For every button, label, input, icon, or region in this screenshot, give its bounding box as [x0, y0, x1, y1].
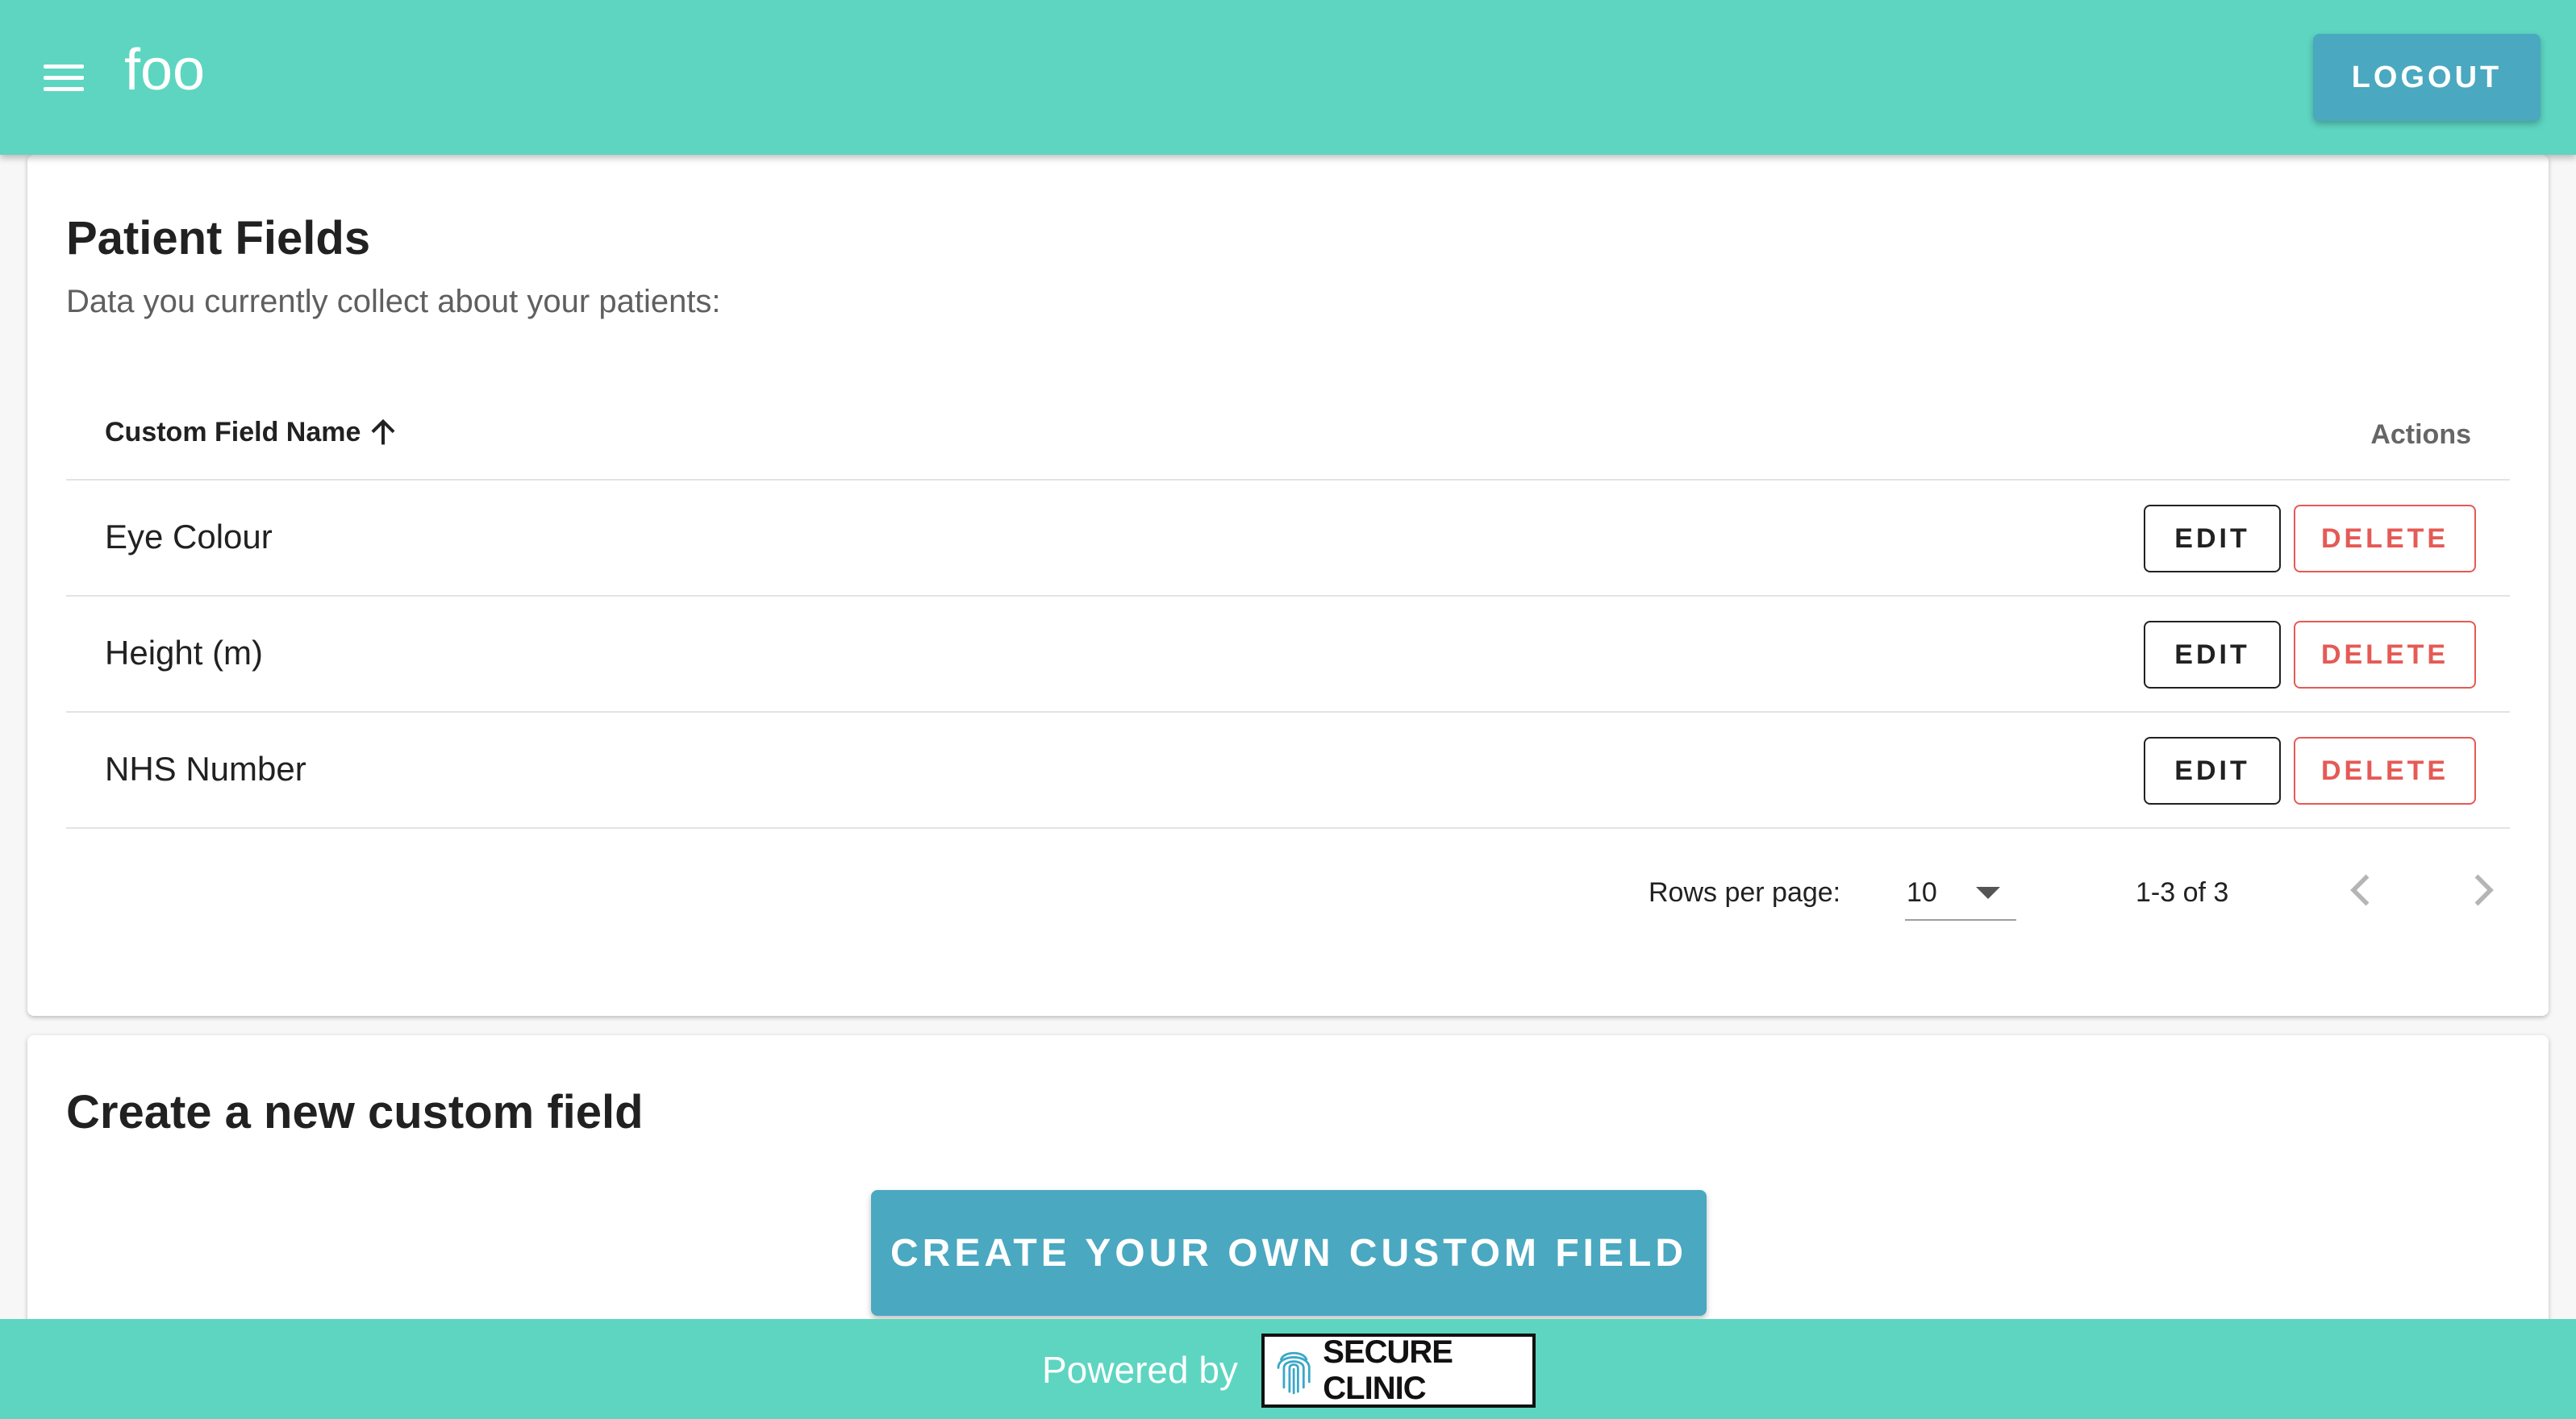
footer: Powered by SECURE CLINIC [0, 1319, 2576, 1419]
app-title: foo [124, 38, 206, 102]
table-pagination: Rows per page: 10 1-3 of 3 [66, 835, 2510, 948]
rows-per-page-select[interactable]: 10 [1905, 863, 2016, 921]
create-custom-field-button[interactable]: CREATE YOUR OWN CUSTOM FIELD [871, 1190, 1707, 1316]
table-row: NHS Number EDIT DELETE [66, 713, 2510, 829]
create-title: Create a new custom field [66, 1086, 644, 1138]
fingerprint-icon [1277, 1351, 1311, 1395]
column-header-custom-field-name[interactable]: Custom Field Name [105, 416, 399, 448]
page-title: Patient Fields [66, 212, 371, 264]
table-row: Height (m) EDIT DELETE [66, 597, 2510, 713]
powered-by-label: Powered by [1042, 1349, 1238, 1391]
delete-button[interactable]: DELETE [2294, 737, 2476, 805]
caret-down-icon [1976, 887, 2000, 899]
create-field-card: Create a new custom field CREATE YOUR OW… [27, 1035, 2549, 1325]
table-row: Eye Colour EDIT DELETE [66, 481, 2510, 597]
field-name: Eye Colour [105, 518, 273, 556]
page-range: 1-3 of 3 [2136, 877, 2229, 908]
delete-button[interactable]: DELETE [2294, 621, 2476, 689]
patient-fields-card: Patient Fields Data you currently collec… [27, 155, 2549, 1016]
column-header-actions: Actions [2370, 419, 2471, 450]
edit-button[interactable]: EDIT [2144, 737, 2281, 805]
rows-per-page-label: Rows per page: [1649, 877, 1841, 908]
page-subtitle: Data you currently collect about your pa… [66, 284, 721, 319]
app-bar: foo LOGOUT [0, 0, 2576, 155]
chevron-left-icon[interactable] [2337, 866, 2386, 914]
arrow-up-icon[interactable] [367, 416, 399, 448]
chevron-right-icon[interactable] [2458, 866, 2507, 914]
secure-clinic-logo[interactable]: SECURE CLINIC [1261, 1334, 1536, 1408]
table-header: Custom Field Name Actions [66, 392, 2510, 481]
field-name: NHS Number [105, 750, 306, 788]
rows-per-page-value: 10 [1907, 877, 1937, 908]
logo-text: SECURE CLINIC [1323, 1334, 1453, 1406]
field-name: Height (m) [105, 634, 264, 672]
edit-button[interactable]: EDIT [2144, 621, 2281, 689]
column-header-label: Custom Field Name [105, 416, 361, 447]
delete-button[interactable]: DELETE [2294, 505, 2476, 572]
menu-icon[interactable] [39, 53, 92, 102]
logout-button[interactable]: LOGOUT [2313, 34, 2541, 121]
edit-button[interactable]: EDIT [2144, 505, 2281, 572]
